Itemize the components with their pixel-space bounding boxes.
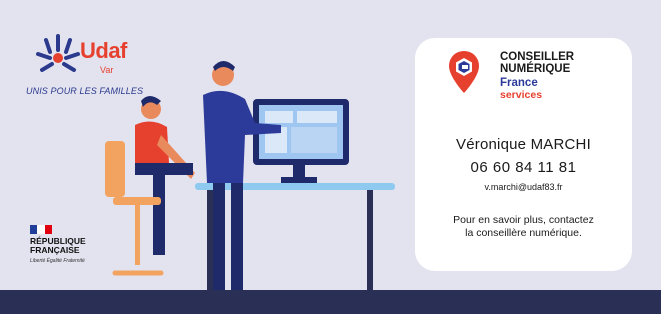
conseiller-numerique-title: CONSEILLER NUMÉRIQUE	[500, 51, 574, 75]
france-services-france: France	[500, 77, 538, 89]
floor-band	[0, 290, 661, 314]
conseiller-line1: CONSEILLER	[500, 51, 575, 63]
contact-name: Véronique MARCHI	[456, 136, 591, 153]
french-flag-icon	[30, 225, 52, 234]
contact-card: CONSEILLER NUMÉRIQUE France services Vér…	[415, 38, 632, 271]
contact-cta: Pour en savoir plus, contactez la consei…	[415, 214, 632, 240]
info-banner: Udaf Var UNIS POUR LES FAMILLES RÉPUBLIQ…	[0, 0, 661, 314]
conseiller-numerique-pin-icon	[449, 51, 479, 93]
conseiller-line2: NUMÉRIQUE	[500, 63, 571, 75]
contact-email[interactable]: v.marchi@udaf83.fr	[415, 182, 632, 192]
office-illustration	[105, 61, 395, 297]
contact-cta-line2: la conseillère numérique.	[465, 227, 582, 239]
contact-cta-line1: Pour en savoir plus, contactez	[453, 214, 594, 226]
france-services-services: services	[500, 89, 543, 101]
contact-phone[interactable]: 06 60 84 11 81	[415, 159, 632, 176]
republique-motto: Liberté Égalité Fraternité	[30, 258, 85, 264]
